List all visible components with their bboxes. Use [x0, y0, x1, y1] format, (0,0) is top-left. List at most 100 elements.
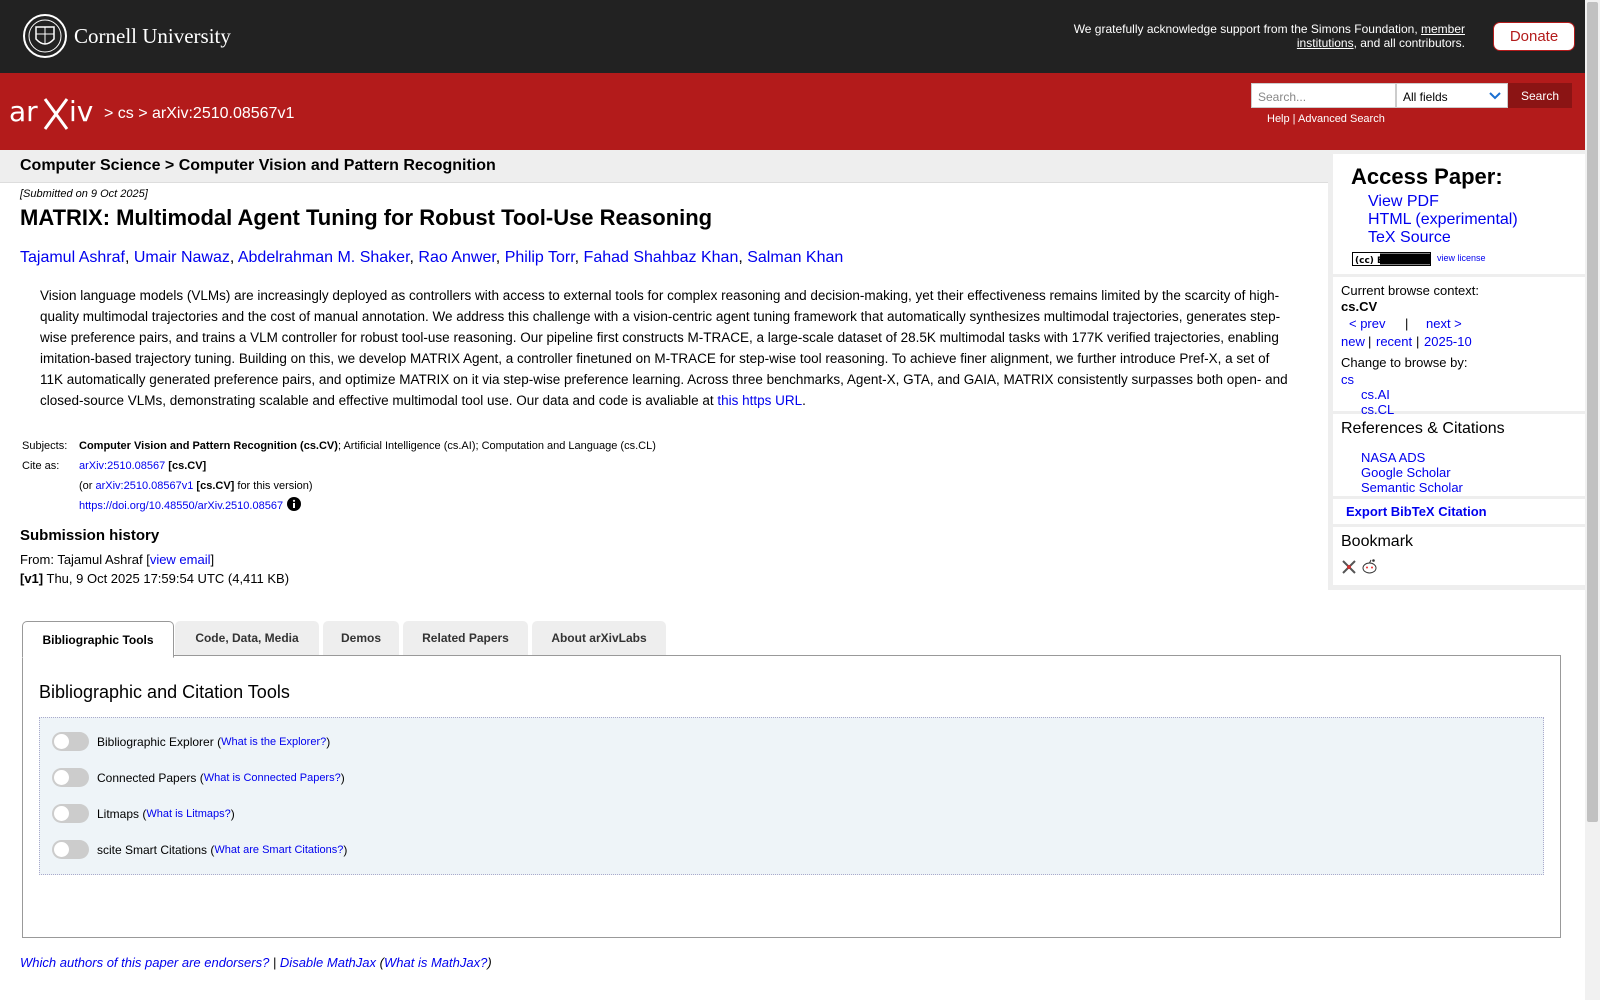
cite-id-link[interactable]: arXiv:2510.08567 [79, 460, 165, 472]
tools-box: Bibliographic Explorer (What is the Expl… [39, 717, 1544, 875]
author-link[interactable]: Rao Anwer [418, 249, 495, 266]
cite-version: (or arXiv:2510.08567v1 [cs.CV] for this … [79, 480, 313, 492]
subject-title: Computer Science > Computer Vision and P… [20, 157, 496, 174]
google-scholar-link[interactable]: Google Scholar [1361, 465, 1451, 480]
tex-source-link[interactable]: TeX Source [1368, 229, 1451, 247]
change-browse-label: Change to browse by: [1341, 355, 1468, 370]
subjects-label: Subjects: [22, 440, 68, 452]
references-box: References & Citations NASA ADS Google S… [1333, 414, 1585, 496]
search-button[interactable]: Search [1508, 83, 1572, 108]
cornell-wordmark: Cornell University [74, 23, 231, 48]
litmaps-toggle[interactable] [52, 804, 89, 823]
month-link[interactable]: 2025-10 [1424, 334, 1472, 349]
next-link[interactable]: next > [1426, 316, 1462, 331]
advanced-search-link[interactable]: Advanced Search [1298, 113, 1385, 125]
bookmark-box: Bookmark [1333, 527, 1585, 585]
browse-cs-ai-link[interactable]: cs.AI [1361, 387, 1390, 402]
abstract: Vision language models (VLMs) are increa… [40, 288, 1288, 408]
view-license-link[interactable]: view license [1437, 253, 1486, 263]
search-field-select[interactable]: All fields [1396, 83, 1508, 108]
html-experimental-link[interactable]: HTML (experimental) [1368, 211, 1518, 229]
bookmark-title: Bookmark [1341, 533, 1414, 550]
litmaps-help-link[interactable]: What is Litmaps? [146, 808, 230, 820]
export-bibtex-link[interactable]: Export BibTeX Citation [1346, 504, 1487, 519]
doi-link[interactable]: https://doi.org/10.48550/arXiv.2510.0856… [79, 500, 283, 512]
donate-button[interactable]: Donate [1493, 22, 1575, 51]
search-input[interactable]: Search... [1251, 83, 1396, 108]
info-icon[interactable] [287, 497, 302, 511]
cornell-logo[interactable]: Cornell University [22, 13, 231, 59]
author-link[interactable]: Umair Nawaz [134, 249, 230, 266]
arxiv-logo-icon[interactable]: ar iv [9, 93, 101, 133]
footer-links: Which authors of this paper are endorser… [20, 955, 492, 970]
help-links: Help | Advanced Search [1267, 113, 1385, 125]
tool-row-explorer: Bibliographic Explorer (What is the Expl… [52, 732, 330, 751]
scrollbar-thumb[interactable] [1587, 2, 1598, 822]
submission-from: From: Tajamul Ashraf [view email] [20, 552, 215, 567]
new-link[interactable]: new [1341, 334, 1365, 349]
tools-panel-title: Bibliographic and Citation Tools [39, 682, 290, 702]
recent-link[interactable]: recent [1376, 334, 1412, 349]
scite-toggle[interactable] [52, 840, 89, 859]
disable-mathjax-link[interactable]: Disable MathJax [280, 955, 376, 970]
svg-text:(cc) BY: (cc) BY [1355, 256, 1390, 266]
tab-related-papers[interactable]: Related Papers [403, 621, 528, 655]
support-text: We gratefully acknowledge support from t… [1073, 22, 1465, 50]
chevron-down-icon [1489, 92, 1501, 100]
toggle-knob [54, 842, 69, 857]
author-list: Tajamul Ashraf, Umair Nawaz, Abdelrahman… [20, 249, 844, 266]
breadcrumb[interactable]: > cs > arXiv:2510.08567v1 [104, 105, 294, 123]
bibtex-box: Export BibTeX Citation [1333, 499, 1585, 524]
explorer-help-link[interactable]: What is the Explorer? [221, 736, 326, 748]
nasa-ads-link[interactable]: NASA ADS [1361, 450, 1425, 465]
bibsonomy-icon[interactable] [1341, 559, 1357, 575]
metadata-table: Subjects: Computer Vision and Pattern Re… [22, 436, 660, 516]
toggle-knob [54, 734, 69, 749]
semantic-scholar-link[interactable]: Semantic Scholar [1361, 480, 1463, 495]
cornell-seal-icon [23, 14, 67, 58]
tab-demos[interactable]: Demos [323, 621, 399, 655]
toggle-knob [54, 806, 69, 821]
code-url-link[interactable]: this https URL [717, 393, 802, 408]
author-link[interactable]: Abdelrahman M. Shaker [238, 249, 410, 266]
endorsers-link[interactable]: Which authors of this paper are endorser… [20, 955, 269, 970]
cite-version-link[interactable]: arXiv:2510.08567v1 [96, 480, 194, 492]
author-link[interactable]: Tajamul Ashraf [20, 249, 125, 266]
tab-bibliographic-tools[interactable]: Bibliographic Tools [22, 621, 174, 658]
browse-context-box: Current browse context: cs.CV < prev | n… [1333, 277, 1585, 417]
tool-row-litmaps: Litmaps (What is Litmaps?) [52, 804, 235, 823]
tab-panel: Bibliographic and Citation Tools Bibliog… [22, 655, 1561, 938]
browse-cs-link[interactable]: cs [1341, 372, 1354, 387]
connected-papers-toggle[interactable] [52, 768, 89, 787]
access-paper-title: Access Paper: [1351, 164, 1503, 189]
paper-title: MATRIX: Multimodal Agent Tuning for Robu… [20, 205, 713, 230]
reddit-icon[interactable] [1361, 558, 1378, 575]
tab-about-arxivlabs[interactable]: About arXivLabs [532, 621, 666, 655]
view-pdf-link[interactable]: View PDF [1368, 193, 1439, 211]
view-email-link[interactable]: view email [150, 552, 211, 567]
svg-text:iv: iv [69, 95, 93, 128]
page-scrollbar[interactable] [1585, 0, 1600, 1000]
tool-row-connected-papers: Connected Papers (What is Connected Pape… [52, 768, 345, 787]
references-title: References & Citations [1341, 420, 1505, 437]
author-link[interactable]: Fahad Shahbaz Khan [584, 249, 739, 266]
svg-text:ar: ar [9, 95, 38, 128]
submission-history-title: Submission history [20, 527, 160, 544]
access-paper-box: Access Paper: View PDF HTML (experimenta… [1333, 154, 1585, 274]
subjects-value: Computer Vision and Pattern Recognition … [79, 440, 656, 452]
author-link[interactable]: Philip Torr [505, 249, 575, 266]
version-v1: [v1] Thu, 9 Oct 2025 17:59:54 UTC (4,411… [20, 571, 290, 586]
scite-help-link[interactable]: What are Smart Citations? [214, 844, 343, 856]
explorer-toggle[interactable] [52, 732, 89, 751]
subject-header: Computer Science > Computer Vision and P… [0, 150, 1328, 183]
prev-link[interactable]: < prev [1349, 316, 1386, 331]
author-link[interactable]: Salman Khan [747, 249, 843, 266]
cite-value: arXiv:2510.08567 [cs.CV] [79, 460, 207, 472]
cite-label: Cite as: [22, 460, 60, 472]
help-link[interactable]: Help [1267, 113, 1290, 125]
tab-code-data-media[interactable]: Code, Data, Media [175, 621, 319, 655]
connected-papers-help-link[interactable]: What is Connected Papers? [204, 772, 341, 784]
what-is-mathjax-link[interactable]: What is MathJax? [384, 955, 487, 970]
cc-by-license-icon[interactable]: (cc) BY [1352, 252, 1431, 266]
browse-context-label: Current browse context: [1341, 283, 1480, 298]
